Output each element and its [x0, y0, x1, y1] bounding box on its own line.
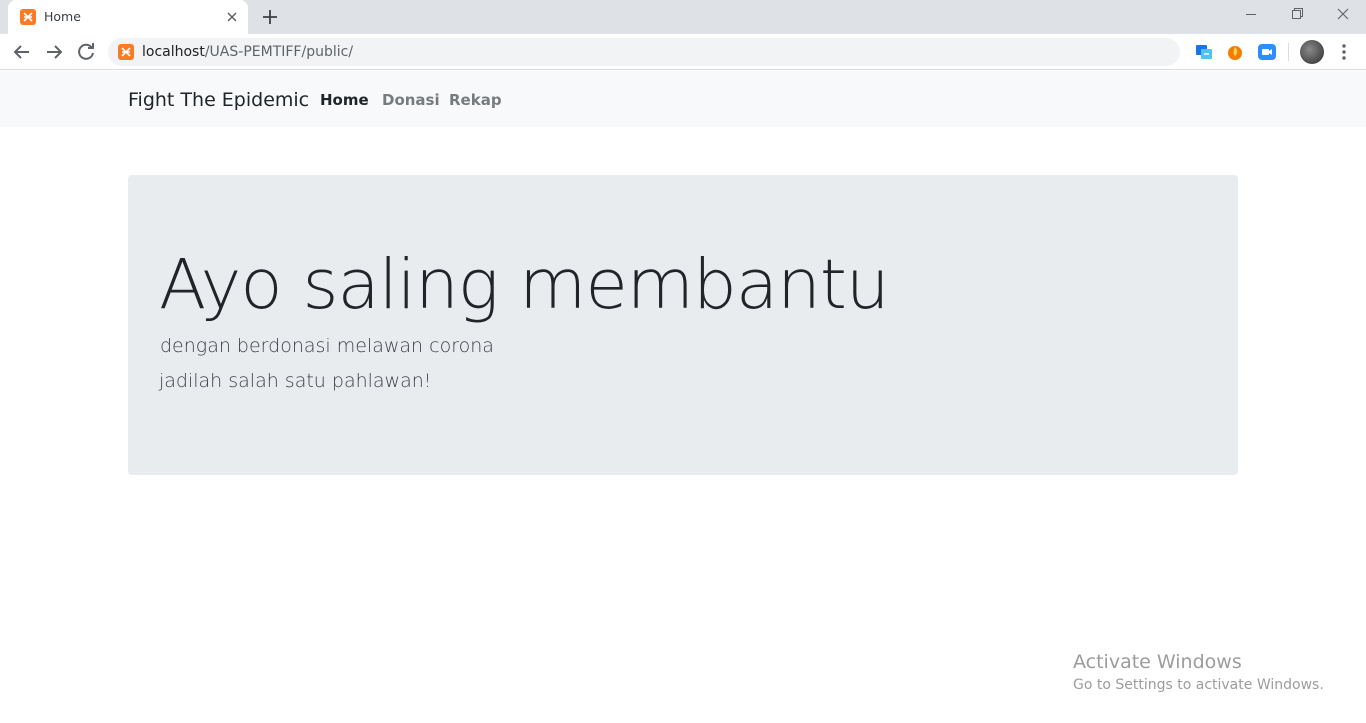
- tab-title: Home: [44, 9, 81, 24]
- hero-subtitle: dengan berdonasi melawan corona: [160, 335, 494, 357]
- tab-home[interactable]: Home: [8, 0, 248, 34]
- xampp-icon: [118, 44, 134, 60]
- tab-strip: Home: [0, 0, 1366, 34]
- forward-arrow-icon[interactable]: [42, 40, 66, 64]
- nav-link-donasi[interactable]: Donasi: [382, 91, 440, 109]
- hero-tagline: jadilah salah satu pahlawan!: [159, 370, 432, 392]
- more-menu-icon[interactable]: [1334, 42, 1354, 62]
- fire-extension-icon[interactable]: [1225, 42, 1245, 62]
- restore-icon[interactable]: [1274, 0, 1320, 30]
- address-bar[interactable]: localhost/UAS-PEMTIFF/public/: [108, 38, 1180, 66]
- reload-icon[interactable]: [74, 40, 98, 64]
- zoom-extension-icon[interactable]: [1257, 42, 1277, 62]
- xampp-icon: [20, 9, 36, 25]
- translate-extension-icon[interactable]: [1194, 42, 1214, 62]
- url-text: localhost/UAS-PEMTIFF/public/: [142, 44, 353, 60]
- url-path: /UAS-PEMTIFF/public/: [204, 44, 354, 60]
- nav-link-rekap[interactable]: Rekap: [449, 91, 502, 109]
- activation-watermark-subtitle: Go to Settings to activate Windows.: [1073, 677, 1324, 693]
- browser-toolbar: localhost/UAS-PEMTIFF/public/: [0, 34, 1366, 70]
- profile-avatar[interactable]: [1300, 40, 1324, 64]
- hero-heading: Ayo saling membantu: [159, 245, 890, 325]
- site-brand[interactable]: Fight The Epidemic: [128, 89, 309, 111]
- activation-watermark-title: Activate Windows: [1073, 651, 1242, 673]
- new-tab-icon[interactable]: [258, 5, 282, 29]
- toolbar-divider: [1288, 43, 1289, 61]
- url-host: localhost: [142, 44, 205, 60]
- minimize-icon[interactable]: [1228, 0, 1274, 30]
- nav-link-home[interactable]: Home: [320, 91, 369, 109]
- close-window-icon[interactable]: [1320, 0, 1366, 30]
- site-navbar: Fight The Epidemic Home Donasi Rekap: [0, 71, 1366, 127]
- back-arrow-icon[interactable]: [10, 40, 34, 64]
- close-tab-icon[interactable]: [224, 9, 240, 25]
- hero-jumbotron: Ayo saling membantu dengan berdonasi mel…: [128, 175, 1238, 475]
